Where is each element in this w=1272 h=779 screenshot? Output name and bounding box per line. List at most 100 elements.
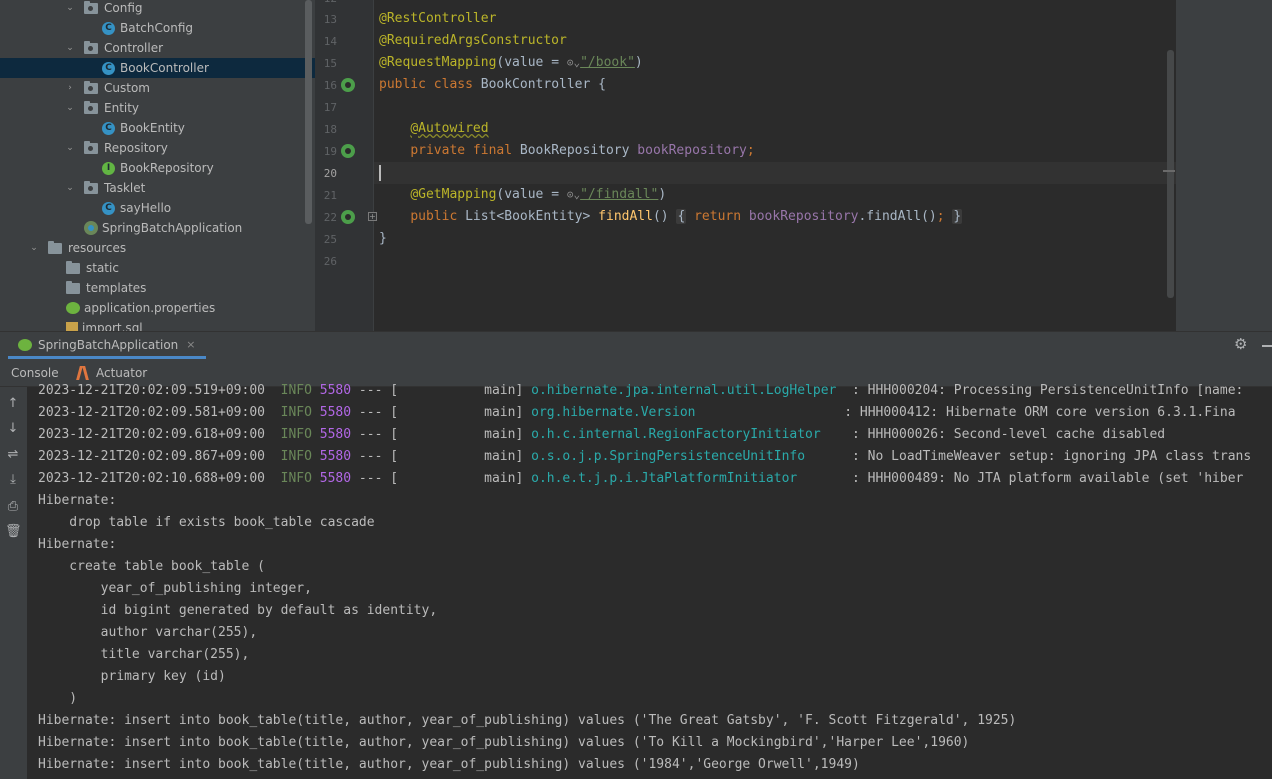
project-tree-scrollbar[interactable] — [305, 0, 312, 224]
tree-item-controller[interactable]: ⌄ Controller — [0, 38, 315, 58]
tree-item-label: templates — [86, 281, 147, 295]
tree-item-label: Controller — [104, 41, 164, 55]
web-url-icon[interactable]: ⊙⌄ — [567, 56, 580, 69]
code-token: List<BookEntity> — [465, 209, 599, 224]
tree-item-label: Config — [104, 1, 143, 15]
log-message: : HHH000026: Second-level cache disabled — [852, 427, 1166, 442]
line-number: 16 — [323, 79, 337, 92]
chevron-down-icon[interactable]: ⌄ — [64, 143, 76, 153]
code-string-link[interactable]: "/book" — [580, 55, 635, 70]
tree-item-label: BookRepository — [120, 161, 214, 175]
console-text-line: Hibernate: insert into book_table(title,… — [38, 735, 970, 750]
editor-scrollbar[interactable] — [1167, 50, 1174, 298]
class-icon: C — [102, 121, 115, 135]
trash-icon[interactable]: 🗑 — [5, 524, 22, 540]
tree-item-label: Tasklet — [104, 181, 146, 195]
chevron-down-icon[interactable]: ⌄ — [64, 183, 76, 193]
tree-item-repository[interactable]: ⌄ Repository — [0, 138, 315, 158]
scroll-up-icon[interactable]: ↑ — [5, 396, 21, 412]
code-token: } — [379, 231, 387, 246]
minimize-icon[interactable] — [1262, 345, 1272, 347]
log-separator: --- [ — [351, 427, 399, 442]
chevron-right-icon[interactable]: › — [64, 83, 76, 93]
line-number: 25 — [323, 233, 337, 246]
tree-item-application-properties[interactable]: application.properties — [0, 298, 315, 318]
folded-brace[interactable]: { — [676, 209, 687, 224]
tree-item-tasklet[interactable]: ⌄ Tasklet — [0, 178, 315, 198]
tree-item-bookrepository[interactable]: I BookRepository — [0, 158, 315, 178]
chevron-down-icon[interactable]: ⌄ — [64, 43, 76, 53]
console-text-line: Hibernate: — [38, 493, 125, 508]
tree-item-custom[interactable]: › Custom — [0, 78, 315, 98]
code-token: BookRepository — [519, 143, 638, 158]
code-line-15: @RequestMapping(value = ⊙⌄"/book") — [379, 52, 643, 74]
bean-gutter-icon[interactable] — [341, 78, 355, 92]
tree-item-entity[interactable]: ⌄ Entity — [0, 98, 315, 118]
line-number: 18 — [323, 123, 337, 136]
code-token: (value = — [496, 55, 567, 70]
line-number: 21 — [323, 189, 337, 202]
log-logger[interactable]: o.h.c.internal.RegionFactoryInitiator — [531, 427, 821, 442]
chevron-down-icon[interactable]: ⌄ — [28, 243, 40, 253]
tree-item-sayhello[interactable]: CsayHello — [0, 198, 315, 218]
tree-item-label: application.properties — [84, 301, 216, 315]
console-log-line: 2023-12-21T20:02:09.581+09:00 INFO 5580 … — [38, 402, 1236, 424]
tree-item-static[interactable]: static — [0, 258, 315, 278]
resources-folder-icon — [48, 240, 62, 254]
tree-item-label: BookEntity — [120, 121, 185, 135]
print-icon[interactable]: ⎙ — [5, 499, 21, 515]
autowired-gutter-icon[interactable] — [341, 144, 355, 158]
log-separator: --- [ — [351, 405, 399, 420]
folded-brace[interactable]: } — [952, 209, 963, 224]
gear-icon[interactable]: ⚙ — [1234, 335, 1250, 353]
chevron-down-icon[interactable]: ⌄ — [64, 3, 76, 13]
run-tab-springbatchapplication[interactable]: SpringBatchApplication × — [8, 333, 206, 359]
editor-caret-marker — [1163, 170, 1175, 172]
log-message: : HHH000412: Hibernate ORM core version … — [844, 405, 1236, 420]
fold-icon[interactable]: + — [368, 212, 377, 221]
code-token: bookRepository — [748, 209, 859, 224]
folder-icon — [66, 280, 80, 294]
log-message: : No LoadTimeWeaver setup: ignoring JPA … — [852, 449, 1252, 464]
code-token: @RequestMapping — [379, 55, 497, 70]
console-text-line: Hibernate: insert into book_table(title,… — [38, 713, 1017, 728]
tree-item-import-sql[interactable]: import.sql — [0, 318, 315, 331]
web-url-icon[interactable]: ⊙⌄ — [567, 188, 580, 201]
code-string-link[interactable]: "/findall" — [580, 187, 658, 202]
code-token: public class — [379, 77, 481, 92]
scroll-down-icon[interactable]: ↓ — [5, 421, 21, 437]
chevron-down-icon[interactable]: ⌄ — [64, 103, 76, 113]
log-thread: main] — [484, 427, 524, 442]
console-text-line: create table book_table ( — [38, 559, 265, 574]
log-timestamp: 2023-12-21T20:02:09.867+09:00 — [38, 449, 265, 464]
soft-wrap-icon[interactable]: ⇌ — [5, 447, 21, 463]
log-logger[interactable]: o.h.e.t.j.p.i.JtaPlatformInitiator — [531, 471, 797, 486]
tree-item-batchconfig[interactable]: C BatchConfig — [0, 18, 315, 38]
line-number: 22 — [323, 211, 337, 224]
code-token: @RestController — [379, 11, 497, 26]
spring-boot-icon — [18, 338, 32, 351]
tree-item-label: BatchConfig — [120, 21, 193, 35]
code-token: BookController { — [480, 77, 606, 92]
tree-item-label: Entity — [104, 101, 140, 115]
tree-item-resources[interactable]: ⌄ resources — [0, 238, 315, 258]
tree-item-springbatchapplication[interactable]: SpringBatchApplication — [0, 218, 315, 238]
console-text-line: ) — [38, 691, 78, 706]
console-log-line: 2023-12-21T20:02:10.688+09:00 INFO 5580 … — [38, 468, 1243, 490]
log-separator: --- [ — [351, 471, 399, 486]
log-logger[interactable]: o.s.o.j.p.SpringPersistenceUnitInfo — [531, 449, 805, 464]
log-timestamp: 2023-12-21T20:02:09.618+09:00 — [38, 427, 265, 442]
log-thread: main] — [484, 383, 524, 398]
line-number: 20 — [323, 167, 337, 180]
scroll-to-end-icon[interactable]: ⤓ — [5, 472, 21, 488]
close-icon[interactable]: × — [186, 338, 195, 351]
tree-item-config[interactable]: ⌄ Config — [0, 0, 315, 18]
log-logger[interactable]: o.hibernate.jpa.internal.util.LogHelper — [531, 383, 836, 398]
tree-item-bookcontroller[interactable]: C BookController — [0, 58, 315, 78]
tree-item-templates[interactable]: templates — [0, 278, 315, 298]
tab-label: Console — [11, 366, 59, 380]
log-logger[interactable]: org.hibernate.Version — [531, 405, 695, 420]
web-endpoint-gutter-icon[interactable] — [341, 210, 355, 224]
tree-item-bookentity[interactable]: C BookEntity — [0, 118, 315, 138]
code-token: private final — [410, 143, 520, 158]
